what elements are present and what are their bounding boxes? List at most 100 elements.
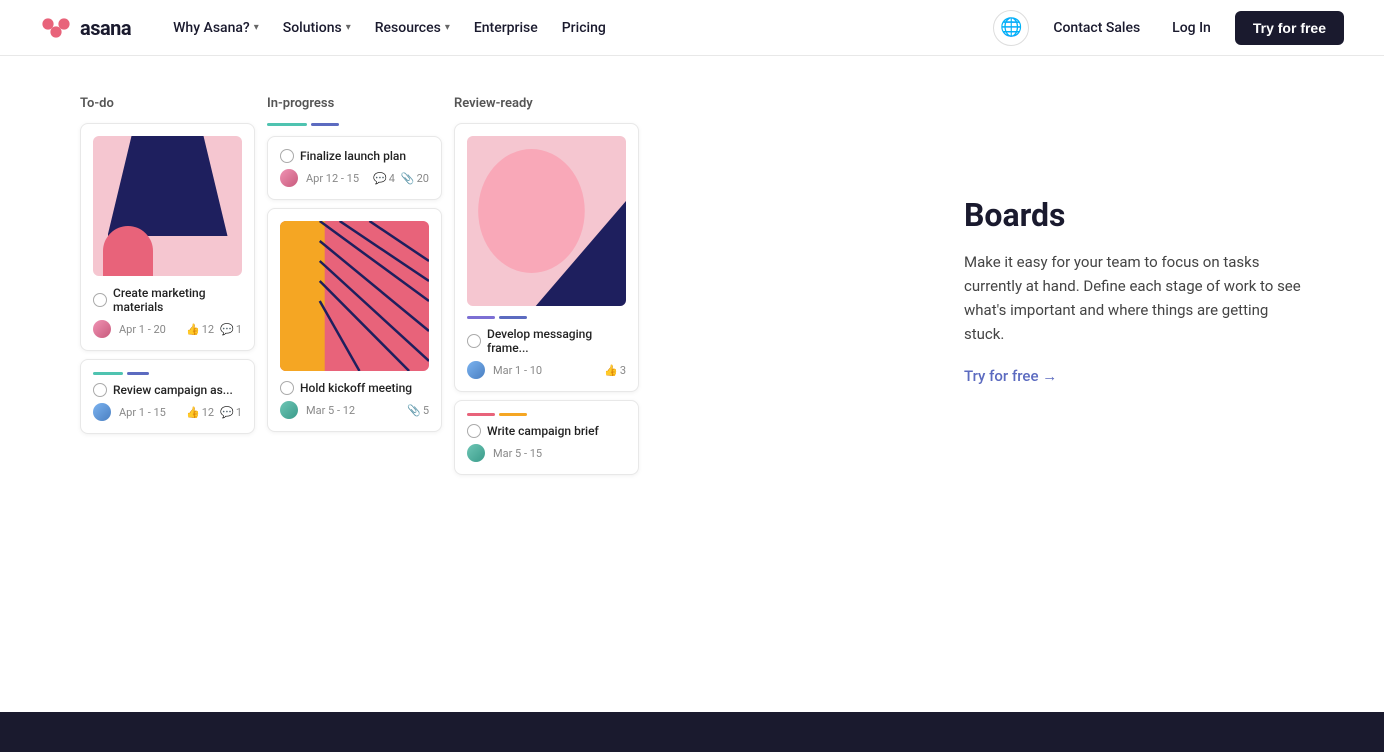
columns-wrapper: To-do Create marketing materials [80,96,639,483]
nav-why-asana[interactable]: Why Asana? ▾ [163,14,269,42]
task-card-image [93,136,242,276]
task-card: Write campaign brief Mar 5 - 15 [454,400,639,475]
task-date: Apr 1 - 20 [119,323,166,336]
nav-links: Why Asana? ▾ Solutions ▾ Resources ▾ Ent… [163,14,616,42]
task-title-row: Write campaign brief [467,424,626,438]
comments-count: 💬 1 [220,406,242,419]
comment-icon: 💬 [220,323,234,336]
review-column: Review-ready [454,96,639,483]
thumbs-up-icon: 👍 [604,364,618,377]
attachment-icon: 📎 [407,404,421,417]
meta-icons: 👍 12 💬 1 [186,323,242,336]
logo[interactable]: asana [40,12,131,44]
task-date: Mar 5 - 12 [306,404,355,417]
nav-enterprise[interactable]: Enterprise [464,14,548,42]
task-checkbox[interactable] [280,149,294,163]
contact-sales-link[interactable]: Contact Sales [1045,14,1148,42]
task-meta: Mar 5 - 12 📎 5 [280,401,429,419]
navbar-left: asana Why Asana? ▾ Solutions ▾ Resources… [40,12,616,44]
task-date: Mar 5 - 15 [493,447,542,460]
inprogress-column-label: In-progress [267,96,442,111]
meta-icons: 👍 3 [604,364,626,377]
likes-count: 👍 12 [186,406,214,419]
card-art-3 [467,136,626,306]
bar-blue [499,316,527,319]
bar-orange [499,413,527,416]
avatar [280,401,298,419]
task-meta: Apr 12 - 15 💬 4 📎 20 [280,169,429,187]
task-title: Create marketing materials [113,286,242,314]
navbar: asana Why Asana? ▾ Solutions ▾ Resources… [0,0,1384,56]
nav-resources[interactable]: Resources ▾ [365,14,460,42]
task-checkbox[interactable] [93,383,107,397]
attachments-count: 📎 5 [407,404,429,417]
try-free-button[interactable]: Try for free [1235,11,1344,45]
asana-logo-icon [40,12,72,44]
attachments-count: 📎 20 [401,172,429,185]
task-title-row: Hold kickoff meeting [280,381,429,395]
task-card: Develop messaging frame... Mar 1 - 10 👍 … [454,123,639,392]
likes-count: 👍 3 [604,364,626,377]
comments-count: 💬 4 [373,172,395,185]
bar-teal [93,372,123,375]
navbar-right: 🌐 Contact Sales Log In Try for free [993,10,1344,46]
task-title: Hold kickoff meeting [300,381,412,395]
task-title: Finalize launch plan [300,149,406,163]
task-date: Apr 12 - 15 [306,172,359,185]
thumbs-up-icon: 👍 [186,406,200,419]
task-meta: Apr 1 - 20 👍 12 💬 1 [93,320,242,338]
inprogress-column: In-progress Finalize launch plan Apr 12 … [267,96,442,440]
task-card: Finalize launch plan Apr 12 - 15 💬 4 📎 [267,136,442,200]
task-meta: Mar 5 - 15 [467,444,626,462]
task-date: Apr 1 - 15 [119,406,166,419]
task-card: Review campaign as... Apr 1 - 15 👍 12 💬 [80,359,255,434]
bar-red [467,413,495,416]
task-card-image [280,221,429,371]
bar-blue [311,123,339,126]
comment-icon: 💬 [373,172,387,185]
task-checkbox[interactable] [467,334,481,348]
avatar [467,361,485,379]
logo-text: asana [80,16,131,40]
art-shape [103,226,153,276]
try-for-free-link[interactable]: Try for free → [964,367,1057,385]
meta-icons: 💬 4 📎 20 [373,172,429,185]
card-art-2 [280,221,429,371]
task-title-row: Finalize launch plan [280,149,429,163]
task-title: Write campaign brief [487,424,599,438]
avatar [93,403,111,421]
art-svg [280,221,429,371]
chevron-down-icon: ▾ [445,22,450,33]
boards-body-text: Make it easy for your team to focus on t… [964,250,1304,346]
task-checkbox[interactable] [280,381,294,395]
chevron-down-icon: ▾ [346,22,351,33]
task-date: Mar 1 - 10 [493,364,542,377]
comment-icon: 💬 [220,406,234,419]
login-button[interactable]: Log In [1164,14,1219,42]
comments-count: 💬 1 [220,323,242,336]
nav-pricing[interactable]: Pricing [552,14,616,42]
boards-visual: To-do Create marketing materials [80,96,904,483]
likes-count: 👍 12 [186,323,214,336]
ip-bars [267,123,442,126]
task-checkbox[interactable] [93,293,107,307]
todo-column-label: To-do [80,96,255,111]
review-column-label: Review-ready [454,96,639,111]
avatar [93,320,111,338]
task-checkbox[interactable] [467,424,481,438]
bar-blue [127,372,149,375]
nav-solutions[interactable]: Solutions ▾ [273,14,361,42]
chevron-down-icon: ▾ [254,22,259,33]
bar-purple [467,316,495,319]
thumbs-up-icon: 👍 [186,323,200,336]
attachment-icon: 📎 [401,172,415,185]
avatar [280,169,298,187]
footer [0,712,1384,752]
color-bars [467,413,626,416]
main-content: To-do Create marketing materials [0,56,1384,523]
meta-icons: 📎 5 [407,404,429,417]
task-title-row: Review campaign as... [93,383,242,397]
language-selector-button[interactable]: 🌐 [993,10,1029,46]
task-title: Review campaign as... [113,383,233,397]
todo-column: To-do Create marketing materials [80,96,255,442]
